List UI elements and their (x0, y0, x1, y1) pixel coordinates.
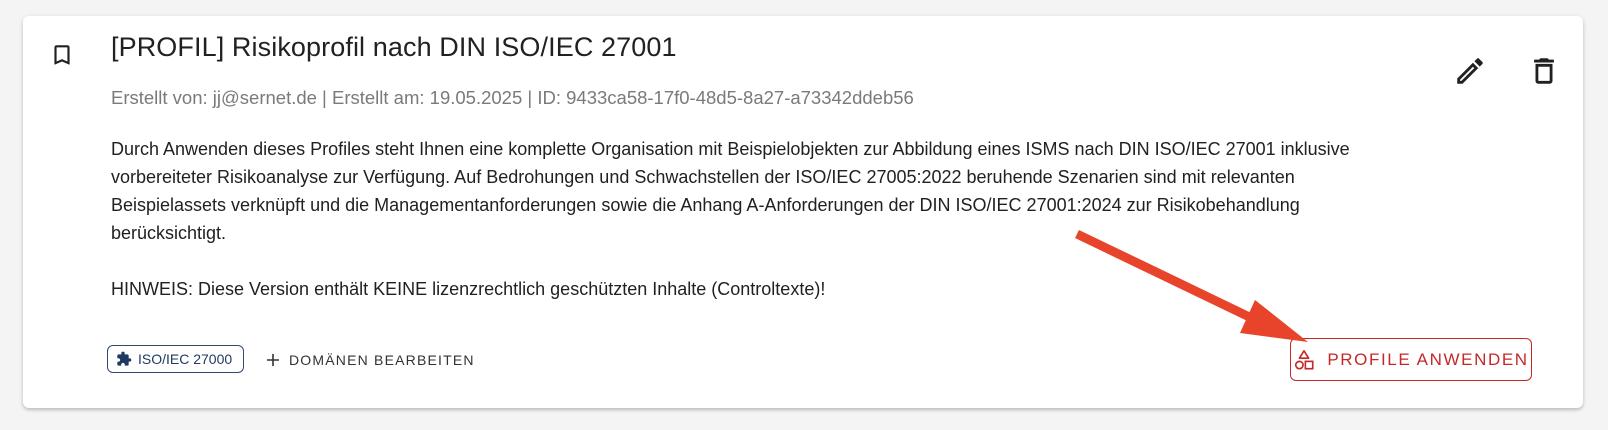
plus-icon (267, 354, 279, 366)
delete-button[interactable] (1519, 46, 1569, 96)
trash-icon (1534, 58, 1554, 84)
shapes-icon (1295, 349, 1314, 370)
profile-hint: HINWEIS: Diese Version enthält KEINE liz… (111, 279, 826, 299)
pencil-icon (1457, 58, 1483, 84)
edit-domains-label: DOMÄNEN BEARBEITEN (289, 352, 475, 368)
apply-profile-label: PROFILE ANWENDEN (1327, 349, 1529, 369)
domain-chip-label: ISO/IEC 27000 (138, 351, 233, 367)
edit-button[interactable] (1445, 46, 1495, 96)
profile-description-block: Durch Anwenden dieses Profiles steht Ihn… (111, 135, 1371, 303)
edit-domains-button[interactable]: DOMÄNEN BEARBEITEN (266, 345, 475, 375)
puzzle-icon (117, 351, 132, 366)
profile-title: [PROFIL] Risikoprofil nach DIN ISO/IEC 2… (111, 32, 677, 62)
card-actions (1445, 46, 1569, 96)
profile-meta: Erstellt von: jj@sernet.de | Erstellt am… (111, 87, 914, 108)
domain-chip: ISO/IEC 27000 (107, 345, 245, 373)
profile-description: Durch Anwenden dieses Profiles steht Ihn… (111, 139, 1350, 243)
bookmark-outline-icon (54, 45, 70, 65)
apply-profile-button[interactable]: PROFILE ANWENDEN (1290, 338, 1532, 381)
profile-card: [PROFIL] Risikoprofil nach DIN ISO/IEC 2… (23, 16, 1583, 408)
